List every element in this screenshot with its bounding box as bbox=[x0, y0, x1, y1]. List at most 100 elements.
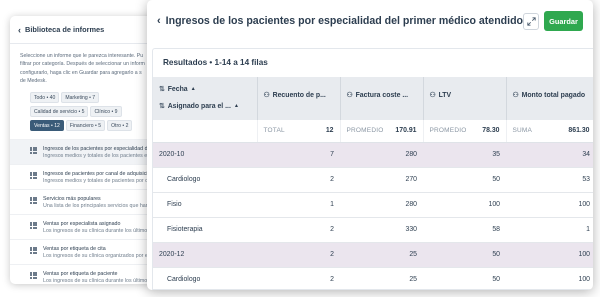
table-row[interactable]: Fisio 1 280 100 100 bbox=[153, 192, 593, 218]
person-icon: ⚇ bbox=[429, 92, 436, 99]
column-label: Monto total pagado bbox=[521, 91, 586, 99]
library-description-line: filtrar por categoría. Después de selecc… bbox=[20, 61, 145, 68]
person-icon: ⚇ bbox=[512, 92, 519, 99]
person-icon: ⚇ bbox=[263, 92, 270, 99]
total-factura: PROMEDIO 170.91 bbox=[340, 120, 424, 143]
library-item[interactable]: Ventas por etiqueta de cita Los ingresos … bbox=[10, 238, 156, 264]
library-header: ‹ Biblioteca de informes bbox=[10, 16, 156, 44]
library-item-title: Servicios más populares bbox=[43, 195, 101, 202]
cell-ltv: 50 bbox=[423, 267, 506, 290]
row-label: Fisioterapia bbox=[153, 217, 257, 243]
chip-marketing[interactable]: Marketing • 7 bbox=[61, 91, 100, 103]
cell-recuento: 7 bbox=[257, 142, 340, 168]
cell-ltv: 100 bbox=[423, 192, 506, 218]
column-header-factura[interactable]: ⚇ Factura coste ... bbox=[340, 77, 424, 120]
library-description-line: de Medesk. bbox=[20, 78, 47, 85]
library-item-subtitle: Una lista de los principales servicios q… bbox=[43, 203, 154, 210]
library-item-subtitle: Ingresos medios y totales de los pacient… bbox=[43, 153, 155, 160]
chip-otro[interactable]: Otro • 2 bbox=[107, 119, 133, 131]
table-icon bbox=[30, 246, 37, 254]
category-filter: Todo • 40 Marketing • 7 Calidad de servi… bbox=[10, 86, 156, 134]
chevron-left-icon[interactable]: ‹ bbox=[157, 15, 161, 27]
person-icon: ⚇ bbox=[346, 92, 353, 99]
library-item-title: Ventas por especialista asignado bbox=[43, 220, 121, 227]
library-item-title: Ventas por etiqueta de cita bbox=[43, 245, 106, 252]
table-icon bbox=[30, 271, 37, 279]
column-label: Fecha bbox=[167, 85, 188, 93]
cell-factura: 280 bbox=[340, 142, 423, 168]
cell-factura: 25 bbox=[340, 242, 423, 268]
library-item[interactable]: Servicios más populares Una lista de los … bbox=[10, 188, 156, 214]
library-title: Biblioteca de informes bbox=[25, 25, 105, 34]
library-item[interactable]: Ingresos de los pacientes por especialid… bbox=[10, 138, 156, 164]
sort-asc-icon[interactable]: ▲ bbox=[191, 86, 196, 92]
library-item-title: Ingresos de los pacientes por especialid… bbox=[43, 145, 156, 152]
library-item-title: Ingresos de pacientes por canal de adqui… bbox=[43, 170, 154, 177]
cell-recuento: 2 bbox=[257, 242, 340, 268]
expand-button[interactable] bbox=[523, 12, 539, 30]
row-label: Fisio bbox=[153, 192, 257, 218]
library-item-subtitle: Los ingresos de su clínica durante los ú… bbox=[43, 228, 153, 235]
cell-ltv: 58 bbox=[423, 217, 506, 243]
report-panel: ‹ Ingresos de los pacientes por especial… bbox=[147, 0, 593, 290]
table-group-row[interactable]: 2020-10 7 280 35 34 bbox=[153, 142, 593, 168]
chip-clinico[interactable]: Clínico • 9 bbox=[90, 105, 122, 117]
chip-calidad[interactable]: Calidad de servicio • 5 bbox=[30, 105, 89, 117]
total-monto: SUMA 861.30 bbox=[506, 120, 593, 143]
table-group-row[interactable]: 2020-12 2 25 50 100 bbox=[153, 242, 593, 268]
column-header-fecha[interactable]: ⇅ Fecha ▲ ⇅ Asignado para el ... ▲ bbox=[153, 77, 258, 120]
total-recuento: TOTAL 12 bbox=[257, 120, 341, 143]
library-item[interactable]: Ventas por especialista asignado Los ingr… bbox=[10, 213, 156, 239]
total-ltv: PROMEDIO 78.30 bbox=[423, 120, 507, 143]
table-icon bbox=[30, 146, 37, 154]
results-card: Resultados • 1-14 a 14 filas ⇅ Fecha ▲ ⇅ bbox=[152, 48, 593, 290]
column-label: LTV bbox=[438, 91, 452, 99]
table-row[interactable]: Fisioterapia 2 330 58 1 bbox=[153, 217, 593, 243]
table-row[interactable]: Cardiologo 2 270 50 53 bbox=[153, 167, 593, 193]
column-label: Factura coste ... bbox=[355, 91, 409, 99]
library-item[interactable]: Ventas por etiqueta de paciente Los ingre… bbox=[10, 263, 156, 284]
table-icon bbox=[30, 196, 37, 204]
library-item-subtitle: Ingresos medios y totales de pacientes p… bbox=[43, 178, 154, 185]
cell-monto: 100 bbox=[506, 192, 593, 218]
column-header-ltv[interactable]: ⚇ LTV bbox=[423, 77, 507, 120]
column-icon: ⇅ bbox=[159, 86, 165, 93]
column-label: Asignado para el ... bbox=[167, 102, 231, 110]
chip-ventas[interactable]: Ventas • 12 bbox=[30, 119, 64, 131]
table-row[interactable]: Cardiologo 2 25 50 100 bbox=[153, 267, 593, 290]
column-header-recuento[interactable]: ⚇ Recuento de p... bbox=[257, 77, 341, 120]
cell-monto: 100 bbox=[506, 242, 593, 268]
library-description-line: Seleccione un informe que le parezca int… bbox=[20, 53, 144, 59]
library-item-subtitle: Los ingresos de su clínica organizados p… bbox=[43, 253, 154, 260]
column-header-monto[interactable]: ⚇ Monto total pagado bbox=[506, 77, 593, 120]
row-label: 2020-12 bbox=[153, 242, 257, 268]
cell-ltv: 35 bbox=[423, 142, 506, 168]
column-icon: ⇅ bbox=[159, 103, 165, 110]
chip-todo[interactable]: Todo • 40 bbox=[30, 91, 60, 103]
cell-ltv: 50 bbox=[423, 242, 506, 268]
cell-factura: 25 bbox=[340, 267, 423, 290]
sort-asc-icon[interactable]: ▲ bbox=[234, 103, 239, 109]
column-header-asignado[interactable]: ⇅ Asignado para el ... ▲ bbox=[159, 102, 251, 111]
library-item-subtitle: Los ingresos de su clínica durante los ú… bbox=[43, 278, 153, 284]
chevron-left-icon[interactable]: ‹ bbox=[18, 25, 21, 35]
report-library-panel: ‹ Biblioteca de informes Seleccione un i… bbox=[10, 16, 156, 284]
save-button[interactable]: Guardar bbox=[543, 11, 583, 31]
cell-ltv: 50 bbox=[423, 167, 506, 193]
expand-icon bbox=[526, 16, 536, 26]
column-label: Recuento de p... bbox=[272, 91, 326, 99]
cell-monto: 100 bbox=[506, 267, 593, 290]
results-table: ⇅ Fecha ▲ ⇅ Asignado para el ... ▲ ⚇ Rec… bbox=[153, 77, 593, 290]
cell-recuento: 2 bbox=[257, 267, 340, 290]
table-icon bbox=[30, 221, 37, 229]
row-label: Cardiologo bbox=[153, 167, 257, 193]
table-icon bbox=[30, 171, 37, 179]
library-item[interactable]: Ingresos de pacientes por canal de adqui… bbox=[10, 163, 156, 189]
cell-monto: 1 bbox=[506, 217, 593, 243]
cell-factura: 280 bbox=[340, 192, 423, 218]
cell-recuento: 2 bbox=[257, 217, 340, 243]
report-list: Ingresos de los pacientes por especialid… bbox=[10, 138, 156, 284]
cell-recuento: 2 bbox=[257, 167, 340, 193]
results-count: Resultados • 1-14 a 14 filas bbox=[163, 58, 268, 67]
chip-financiero[interactable]: Financiero • 5 bbox=[65, 119, 106, 131]
